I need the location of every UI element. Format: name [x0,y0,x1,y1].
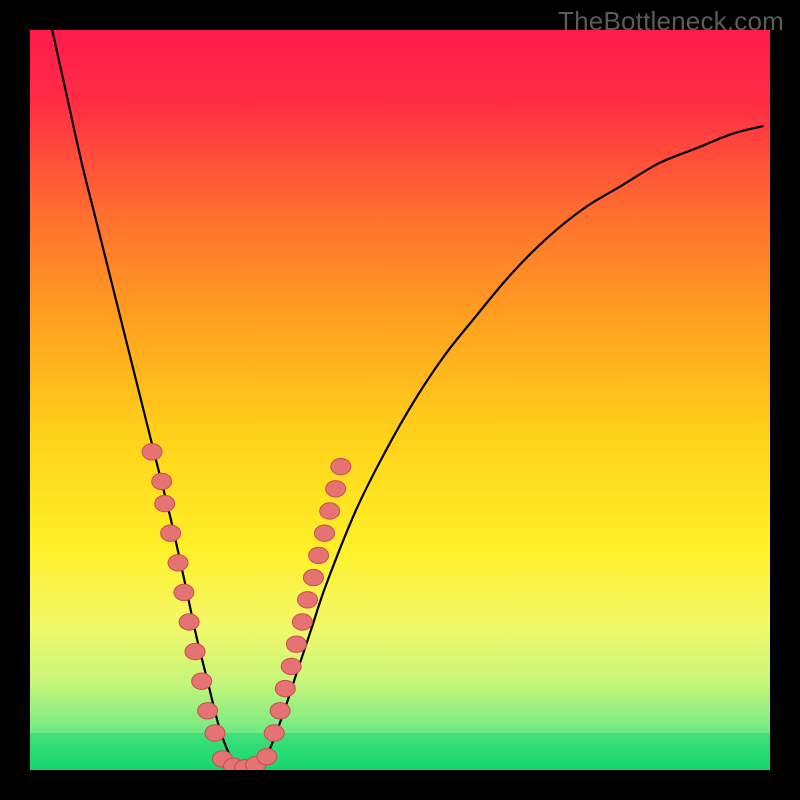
plot-area [30,30,770,770]
watermark-label: TheBottleneck.com [558,6,784,37]
data-marker [155,495,175,511]
data-marker [198,703,218,719]
data-marker [161,525,181,541]
data-marker [264,725,284,741]
data-marker [298,592,318,608]
data-marker [286,636,306,652]
data-marker [192,673,212,689]
data-marker [303,569,323,585]
data-marker [315,525,335,541]
data-marker [257,748,277,764]
data-marker [309,547,329,563]
green-band [30,733,770,770]
data-marker [174,584,194,600]
data-marker [152,473,172,489]
data-marker [142,444,162,460]
data-marker [270,703,290,719]
data-marker [320,503,340,519]
data-marker [168,555,188,571]
chart-frame: TheBottleneck.com [0,0,800,800]
bottleneck-chart [30,30,770,770]
data-marker [275,680,295,696]
data-marker [292,614,312,630]
data-marker [205,725,225,741]
data-marker [326,481,346,497]
data-marker [281,658,301,674]
data-marker [331,458,351,474]
data-marker [179,614,199,630]
data-marker [185,643,205,659]
